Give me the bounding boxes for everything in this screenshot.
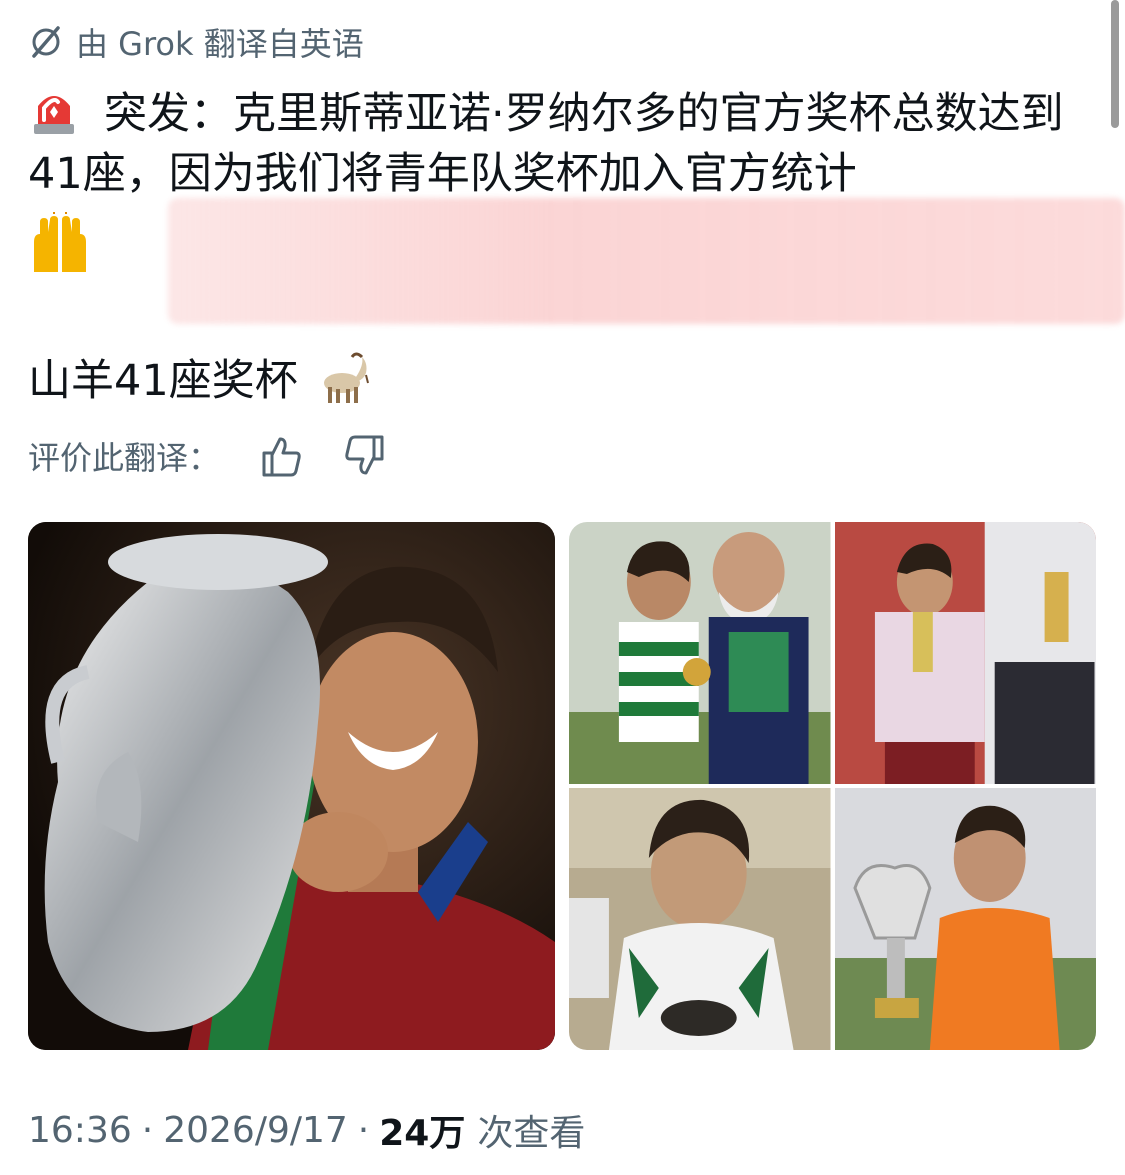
- collage-photo-4: [834, 788, 1096, 1050]
- meta-separator: ·: [357, 1109, 370, 1151]
- photo-trophy-celebration[interactable]: [28, 522, 555, 1050]
- rate-translation-label: 评价此翻译：: [28, 439, 221, 477]
- post-text: 突发：克里斯蒂亚诺·罗纳尔多的官方奖杯总数达到41座，因为我们将青年队奖杯加入官…: [28, 89, 1064, 199]
- post-meta: 16:36 · 2026/9/17 · 24万 次查看: [28, 1105, 585, 1155]
- media-gallery: [28, 522, 1096, 1050]
- collage-photo-1: [569, 522, 831, 784]
- translation-label: 由 Grok 翻译自英语: [76, 25, 364, 63]
- rate-translation-row: 评价此翻译：: [28, 428, 388, 484]
- post-second-line: 山羊41座奖杯: [28, 345, 372, 409]
- raising-hands-emoji: [28, 212, 92, 276]
- thumbs-up-icon[interactable]: [258, 433, 304, 479]
- collage-photo-2: [834, 522, 1096, 784]
- grok-icon: [28, 24, 64, 60]
- photo-youth-collage[interactable]: [569, 522, 1096, 1050]
- views-count: 24万: [379, 1113, 466, 1154]
- translation-source[interactable]: 由 Grok 翻译自英语: [28, 20, 364, 64]
- views-label: 次查看: [477, 1113, 586, 1154]
- post-time: 16:36: [28, 1109, 132, 1151]
- scrollbar[interactable]: [1111, 0, 1119, 128]
- second-line-text: 山羊41座奖杯: [28, 356, 298, 406]
- meta-separator: ·: [141, 1109, 154, 1151]
- redacted-area: [168, 198, 1125, 324]
- thumbs-down-icon[interactable]: [342, 433, 388, 479]
- goat-emoji: [312, 347, 372, 407]
- collage-photo-3: [569, 788, 831, 1050]
- post-date: 2026/9/17: [163, 1109, 348, 1151]
- siren-emoji: [28, 84, 80, 136]
